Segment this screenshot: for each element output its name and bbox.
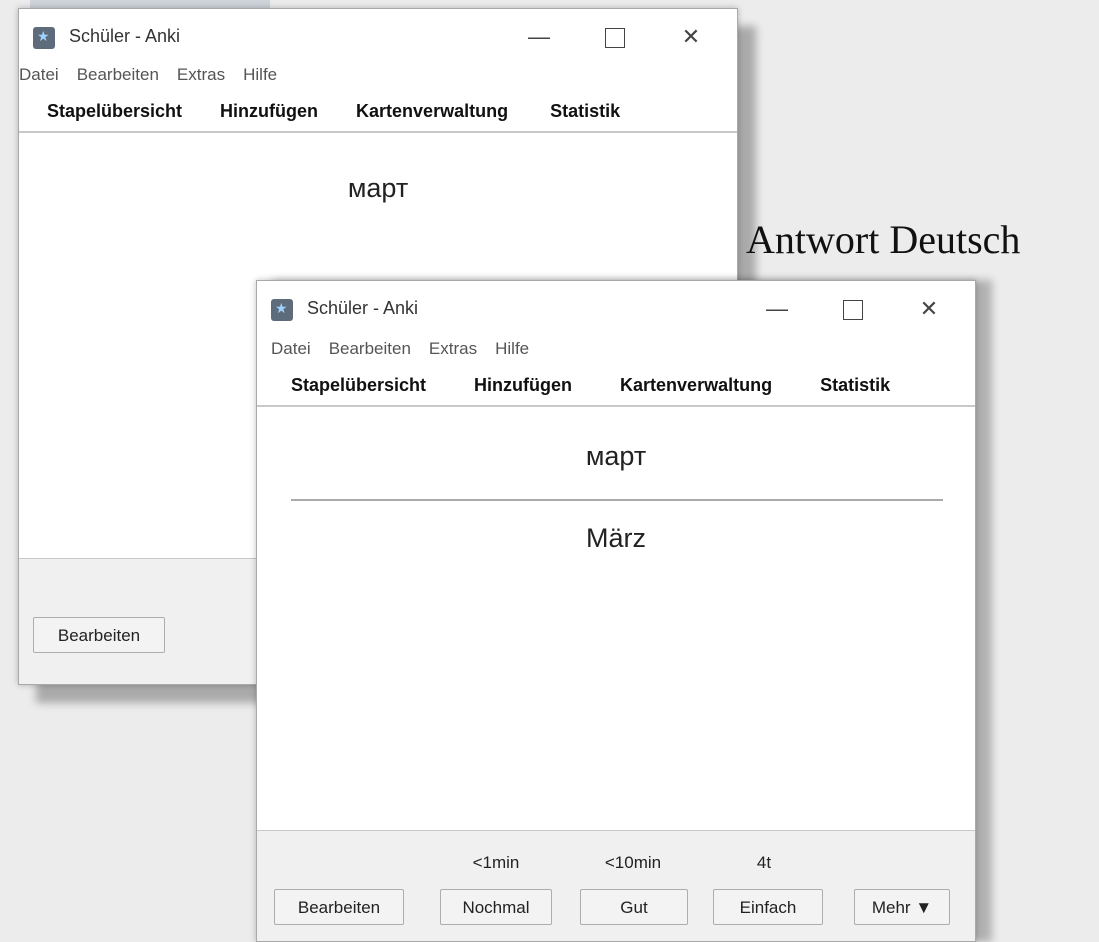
menu-bearbeiten[interactable]: Bearbeiten (77, 61, 159, 89)
anki-icon (33, 27, 55, 49)
maximize-icon[interactable] (593, 19, 637, 55)
edit-button[interactable]: Bearbeiten (33, 617, 165, 653)
close-icon[interactable]: ✕ (669, 19, 713, 55)
menu-hilfe[interactable]: Hilfe (495, 335, 529, 363)
window-title: Schüler - Anki (69, 26, 181, 46)
card-answer: März (586, 523, 646, 553)
toolbar-deck-overview[interactable]: Stapelübersicht (47, 93, 182, 129)
menu-hilfe[interactable]: Hilfe (243, 61, 277, 89)
title-bar: Schüler - Anki — ✕ (19, 9, 737, 65)
toolbar-add[interactable]: Hinzufügen (474, 367, 572, 403)
anki-window-answer: Schüler - Anki — ✕ Datei Bearbeiten Extras… (256, 280, 976, 942)
window-title: Schüler - Anki (307, 298, 419, 318)
toolbar-browse[interactable]: Kartenverwaltung (620, 367, 772, 403)
menu-bearbeiten[interactable]: Bearbeiten (329, 335, 411, 363)
toolbar-stats[interactable]: Statistik (550, 93, 620, 129)
card-question: март (585, 441, 647, 471)
minimize-icon[interactable]: — (755, 291, 799, 327)
toolbar-deck-overview[interactable]: Stapelübersicht (291, 367, 426, 403)
toolbar: Stapelübersicht Hinzufügen Kartenverwaltun… (19, 93, 737, 133)
minimize-icon[interactable]: — (517, 19, 561, 55)
menu-datei[interactable]: Datei (271, 335, 311, 363)
menu-bar: Datei Bearbeiten Extras Hilfe (19, 61, 737, 93)
close-icon[interactable]: ✕ (907, 291, 951, 327)
good-button[interactable]: Gut (580, 889, 688, 925)
menu-extras[interactable]: Extras (177, 61, 225, 89)
anki-icon (271, 299, 293, 321)
review-bottom-bar: <1min <10min 4t Bearbeiten Nochmal Gut E… (257, 830, 975, 941)
answer-divider (291, 499, 943, 501)
easy-button[interactable]: Einfach (713, 889, 823, 925)
maximize-icon[interactable] (831, 291, 875, 327)
interval-easy: 4t (756, 853, 772, 872)
toolbar: Stapelübersicht Hinzufügen Kartenverwaltun… (257, 367, 975, 407)
edit-button[interactable]: Bearbeiten (274, 889, 404, 925)
more-button[interactable]: Mehr ▼ (854, 889, 950, 925)
title-bar: Schüler - Anki — ✕ (257, 281, 975, 337)
toolbar-stats[interactable]: Statistik (820, 367, 890, 403)
again-button[interactable]: Nochmal (440, 889, 552, 925)
interval-good: <10min (604, 853, 662, 872)
card-area: март März (257, 407, 975, 807)
interval-again: <1min (472, 853, 520, 872)
toolbar-browse[interactable]: Kartenverwaltung (356, 93, 508, 129)
menu-datei[interactable]: Datei (19, 61, 59, 89)
menu-bar: Datei Bearbeiten Extras Hilfe (257, 335, 975, 367)
toolbar-add[interactable]: Hinzufügen (220, 93, 318, 129)
card-question: март (347, 173, 409, 203)
caption-label: Antwort Deutsch (746, 217, 1021, 262)
menu-extras[interactable]: Extras (429, 335, 477, 363)
